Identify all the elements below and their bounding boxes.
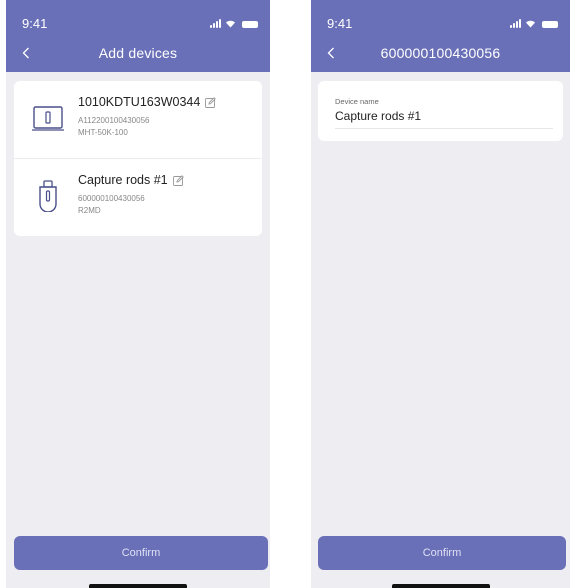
status-time: 9:41: [327, 16, 353, 31]
rename-device-screen: 9:41 600000100430056 Device name Capture…: [311, 0, 570, 588]
device-item[interactable]: 1010KDTU163W0344 A112200100430056 MHT-50…: [14, 81, 262, 158]
page-title: Add devices: [98, 45, 178, 61]
signal-icon: [210, 19, 221, 28]
usb-stick-icon: [30, 178, 66, 214]
device-model: MHT-50K-100: [78, 128, 128, 137]
app-bar: 9:41 600000100430056: [311, 0, 570, 72]
back-button[interactable]: [321, 42, 341, 64]
signal-icon: [510, 19, 521, 28]
status-icons: [510, 16, 558, 28]
device-model: R2MD: [78, 206, 101, 215]
device-item[interactable]: Capture rods #1 600000100430056 R2MD: [14, 158, 262, 236]
edit-icon[interactable]: [172, 174, 184, 186]
app-bar: 9:41 Add devices: [6, 0, 270, 72]
device-list: 1010KDTU163W0344 A112200100430056 MHT-50…: [14, 81, 262, 236]
device-name-label: Device name: [335, 97, 379, 106]
add-devices-screen: 9:41 Add devices 1010KDTU163W0344 A11220…: [6, 0, 270, 588]
device-name: Capture rods #1: [78, 173, 168, 187]
wifi-icon: [226, 20, 235, 28]
chevron-left-icon: [327, 47, 334, 59]
device-name: 1010KDTU163W0344: [78, 95, 201, 109]
chevron-left-icon: [22, 47, 29, 59]
wifi-icon: [526, 20, 535, 28]
battery-icon: [242, 21, 258, 28]
device-text: 1010KDTU163W0344 A112200100430056 MHT-50…: [78, 95, 254, 139]
device-text: Capture rods #1 600000100430056 R2MD: [78, 173, 254, 217]
confirm-button[interactable]: Confirm: [14, 536, 268, 570]
home-indicator: [89, 584, 187, 588]
device-name-field[interactable]: Capture rods #1: [335, 109, 421, 123]
confirm-button[interactable]: Confirm: [318, 536, 566, 570]
page-title: 600000100430056: [380, 45, 501, 61]
status-icons: [210, 16, 258, 28]
home-indicator: [391, 584, 490, 588]
device-serial: 600000100430056: [78, 194, 145, 203]
device-name-card: Device name Capture rods #1: [318, 81, 563, 141]
battery-icon: [542, 21, 558, 28]
back-button[interactable]: [16, 42, 36, 64]
inverter-icon: [30, 100, 66, 136]
status-time: 9:41: [22, 16, 48, 31]
device-serial: A112200100430056: [78, 116, 150, 125]
field-underline: [335, 128, 553, 129]
edit-icon[interactable]: [205, 96, 217, 108]
